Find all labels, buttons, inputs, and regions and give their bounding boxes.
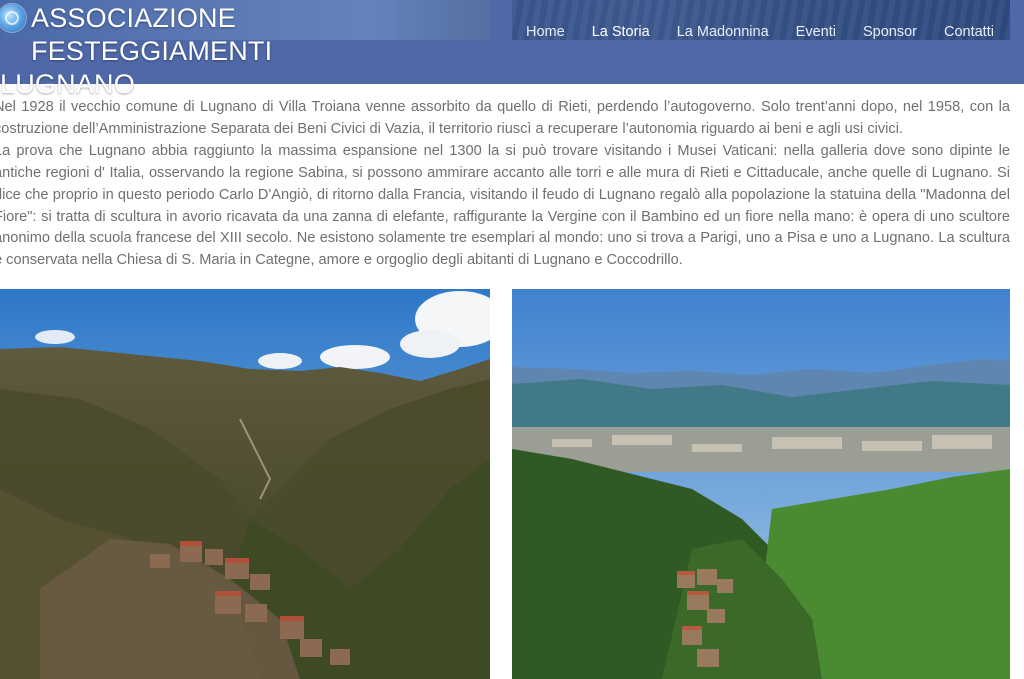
history-text: Nel 1928 il vecchio comune di Lugnano di… [0,97,1010,272]
village-mountain-image [0,289,490,679]
site-title-line1: ASSOCIAZIONE FESTEGGIAMENTI [31,3,273,66]
nav-item-sponsor[interactable]: Sponsor [863,24,917,44]
village-photo-left[interactable] [0,289,490,679]
nav-item-contatti[interactable]: Contatti [944,24,994,44]
history-paragraph-1: Nel 1928 il vecchio comune di Lugnano di… [0,99,1010,137]
valley-panorama-image [512,289,1010,679]
valley-photo-right[interactable] [512,289,1010,679]
nav-item-la-madonnina[interactable]: La Madonnina [677,24,769,44]
site-header: ASSOCIAZIONE FESTEGGIAMENTI LUGNANO Home… [0,0,1024,99]
nav-item-home[interactable]: Home [526,24,565,44]
nav-item-eventi[interactable]: Eventi [796,24,836,44]
history-paragraph-2: La prova che Lugnano abbia raggiunto la … [0,142,1010,269]
main-nav: Home La Storia La Madonnina Eventi Spons… [526,24,994,44]
site-title[interactable]: ASSOCIAZIONE FESTEGGIAMENTI LUGNANO [0,2,480,101]
nav-item-la-storia[interactable]: La Storia [592,24,650,44]
